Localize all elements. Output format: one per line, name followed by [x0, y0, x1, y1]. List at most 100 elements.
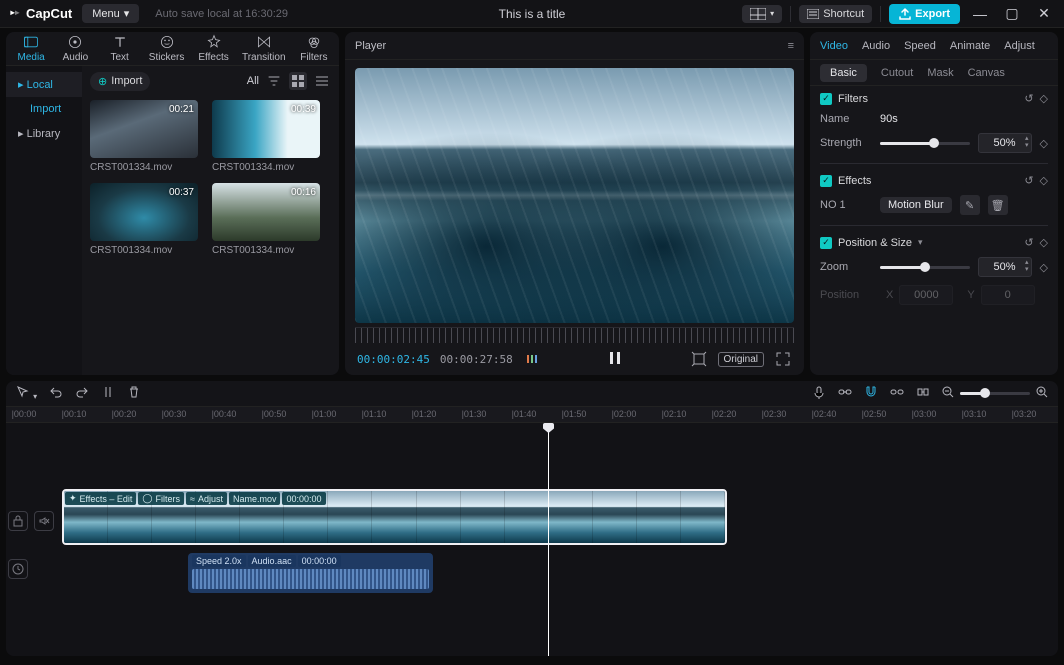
- zoom-value[interactable]: 50%▴▾: [978, 257, 1032, 277]
- link-icon[interactable]: [838, 385, 852, 402]
- clip-tag-filters[interactable]: ◯ Filters: [138, 492, 184, 505]
- sidebar-item-local[interactable]: ▸ Local: [6, 72, 82, 97]
- keyframe-icon[interactable]: ◇: [1040, 236, 1048, 249]
- undo-icon[interactable]: [49, 385, 63, 402]
- audio-clip[interactable]: Speed 2.0x Audio.aac 00:00:00: [188, 553, 433, 593]
- side-tab-speed[interactable]: Speed: [904, 40, 936, 52]
- split-icon[interactable]: [101, 385, 115, 402]
- player-ruler[interactable]: [355, 327, 794, 343]
- strength-value[interactable]: 50%▴▾: [978, 133, 1032, 153]
- effects-checkbox[interactable]: ✓: [820, 175, 832, 187]
- strength-slider[interactable]: [880, 142, 970, 145]
- ratio-button[interactable]: Original: [718, 352, 764, 367]
- color-scope-icon[interactable]: [523, 350, 541, 368]
- export-button[interactable]: Export: [889, 4, 960, 24]
- side-tab-audio[interactable]: Audio: [862, 40, 890, 52]
- clip-tag-adjust[interactable]: ≈ Adjust: [186, 492, 227, 505]
- ruler-tick: |01:40: [512, 409, 537, 419]
- reset-icon[interactable]: ↺: [1024, 236, 1033, 249]
- tracks-area[interactable]: ✦ Effects – Edit ◯ Filters ≈ Adjust Name…: [6, 423, 1058, 656]
- spinner-icon[interactable]: ▴▾: [1025, 259, 1029, 273]
- pos-y-value[interactable]: 0: [981, 285, 1035, 305]
- tab-transition[interactable]: Transition: [243, 34, 285, 63]
- side-tab-animate[interactable]: Animate: [950, 40, 990, 52]
- clip-name: CRST001334.mov: [90, 245, 198, 256]
- sidebar-item-library[interactable]: ▸ Library: [6, 121, 82, 146]
- pause-button[interactable]: [607, 350, 623, 369]
- lane-mute-icon[interactable]: [34, 511, 54, 531]
- tab-media[interactable]: Media: [16, 34, 46, 63]
- keyframe-icon[interactable]: ◇: [1040, 92, 1048, 105]
- clip-item[interactable]: 00:39CRST001334.mov: [212, 100, 320, 173]
- menu-button[interactable]: Menu ▾: [82, 4, 139, 23]
- clip-name: CRST001334.mov: [90, 162, 198, 173]
- spinner-icon[interactable]: ▴▾: [1025, 135, 1029, 149]
- clip-tag-fx[interactable]: ✦ Effects – Edit: [65, 492, 136, 505]
- lane-lock-icon[interactable]: [8, 511, 28, 531]
- keyframe-icon[interactable]: ◇: [1040, 261, 1048, 274]
- clip-item[interactable]: 00:37CRST001334.mov: [90, 183, 198, 256]
- window-close-icon[interactable]: ✕: [1032, 5, 1056, 22]
- fullscreen-icon[interactable]: [774, 350, 792, 368]
- snap-icon[interactable]: [916, 385, 930, 402]
- crop-icon[interactable]: [690, 350, 708, 368]
- separator: [880, 6, 881, 22]
- timeline: ▾ |00:00|00:10|00:20|00:30|00:40|00:50|0…: [6, 381, 1058, 656]
- subtab-cutout[interactable]: Cutout: [881, 67, 913, 79]
- delete-effect-icon[interactable]: 🗑: [988, 195, 1008, 215]
- reset-icon[interactable]: ↺: [1024, 174, 1033, 187]
- filters-checkbox[interactable]: ✓: [820, 93, 832, 105]
- shortcut-button[interactable]: Shortcut: [799, 5, 872, 23]
- player-menu-icon[interactable]: ≡: [788, 40, 794, 52]
- zoom-out-icon[interactable]: [942, 386, 954, 401]
- chevron-down-icon[interactable]: ▾: [918, 237, 923, 248]
- magnet-icon[interactable]: [864, 385, 878, 402]
- view-list-icon[interactable]: [313, 72, 331, 90]
- redo-icon[interactable]: [75, 385, 89, 402]
- side-tab-adjust[interactable]: Adjust: [1004, 40, 1035, 52]
- subtab-mask[interactable]: Mask: [927, 67, 953, 79]
- lane-audio-icon[interactable]: [8, 559, 28, 579]
- delete-icon[interactable]: [127, 385, 141, 402]
- possize-checkbox[interactable]: ✓: [820, 237, 832, 249]
- mic-icon[interactable]: [812, 385, 826, 402]
- clip-item[interactable]: 00:21CRST001334.mov: [90, 100, 198, 173]
- sort-icon[interactable]: [265, 72, 283, 90]
- ruler-tick: |01:10: [362, 409, 387, 419]
- unlink-icon[interactable]: [890, 385, 904, 402]
- playhead[interactable]: [548, 423, 549, 656]
- video-clip[interactable]: ✦ Effects – Edit ◯ Filters ≈ Adjust Name…: [62, 489, 727, 545]
- edit-effect-icon[interactable]: ✎: [960, 195, 980, 215]
- tab-audio[interactable]: Audio: [60, 34, 90, 63]
- timeline-ruler[interactable]: |00:00|00:10|00:20|00:30|00:40|00:50|01:…: [6, 407, 1058, 423]
- zoom-slider[interactable]: [880, 266, 970, 269]
- sidebar-item-import[interactable]: Import: [6, 97, 82, 121]
- view-grid-icon[interactable]: [289, 72, 307, 90]
- side-tab-video[interactable]: Video: [820, 40, 848, 52]
- ruler-tick: |01:30: [462, 409, 487, 419]
- layout-button[interactable]: ▾: [742, 5, 782, 23]
- video-preview[interactable]: [355, 68, 794, 323]
- tab-filters[interactable]: Filters: [299, 34, 329, 63]
- import-button[interactable]: ⊕ Import: [90, 72, 150, 91]
- ruler-tick: |00:30: [162, 409, 187, 419]
- zoom-in-icon[interactable]: [1036, 386, 1048, 401]
- clip-item[interactable]: 00:16CRST001334.mov: [212, 183, 320, 256]
- ruler-tick: |00:00: [12, 409, 37, 419]
- pos-x-value[interactable]: 0000: [899, 285, 953, 305]
- project-title[interactable]: This is a title: [499, 7, 566, 21]
- app-name: CapCut: [26, 6, 72, 21]
- tab-stickers[interactable]: Stickers: [149, 34, 185, 63]
- keyframe-icon[interactable]: ◇: [1040, 174, 1048, 187]
- select-tool-icon[interactable]: ▾: [16, 385, 37, 402]
- keyframe-icon[interactable]: ◇: [1040, 137, 1048, 150]
- reset-icon[interactable]: ↺: [1024, 92, 1033, 105]
- subtab-canvas[interactable]: Canvas: [968, 67, 1005, 79]
- window-maximize-icon[interactable]: ▢: [1000, 5, 1024, 22]
- window-minimize-icon[interactable]: —: [968, 6, 992, 22]
- subtab-basic[interactable]: Basic: [820, 64, 867, 82]
- shortcut-label: Shortcut: [823, 8, 864, 20]
- zoom-slider[interactable]: [960, 392, 1030, 395]
- tab-text[interactable]: Text: [105, 34, 135, 63]
- tab-effects[interactable]: Effects: [198, 34, 228, 63]
